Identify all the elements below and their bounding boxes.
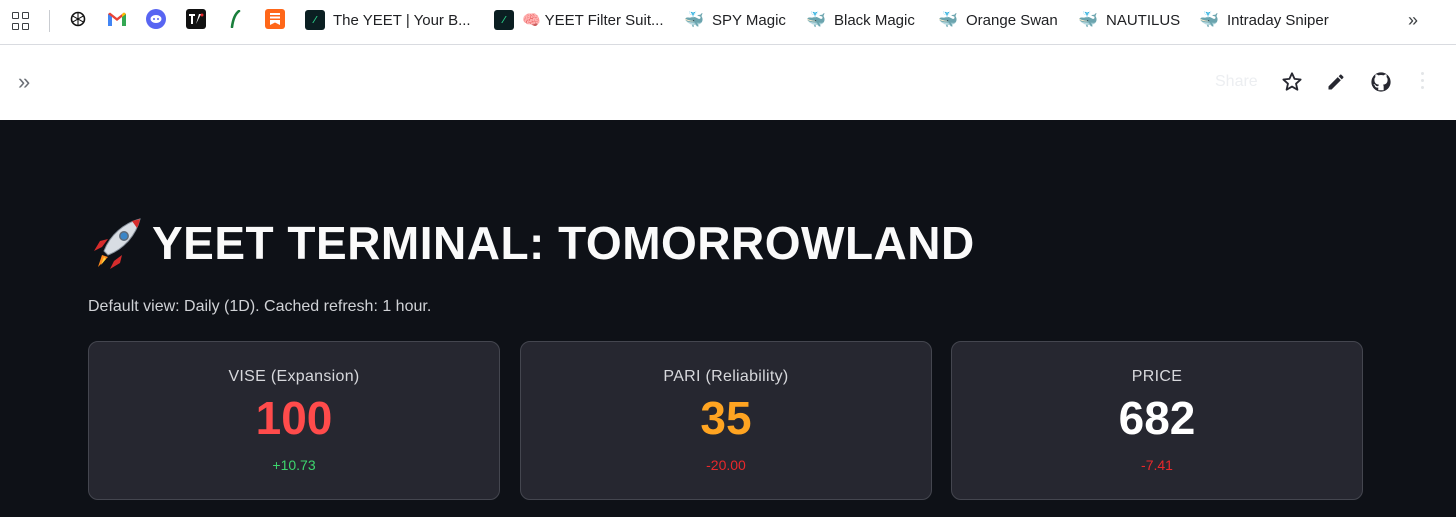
substack-icon[interactable] (265, 9, 285, 29)
whale-icon: 🐳 (1078, 12, 1098, 29)
whale-icon: 🐳 (806, 12, 826, 29)
github-icon[interactable] (1369, 70, 1393, 94)
bookmark-label: Intraday Sniper (1227, 11, 1329, 29)
tradingview-icon[interactable] (186, 9, 206, 29)
bookmarks-separator (49, 10, 50, 32)
bookmark-nautilus[interactable]: 🐳 NAUTILUS (1078, 0, 1180, 40)
bookmark-intraday-sniper[interactable]: 🐳 Intraday Sniper (1199, 0, 1329, 40)
share-button[interactable]: Share (1215, 73, 1258, 91)
whale-icon: 🐳 (938, 12, 958, 29)
bookmark-orange-swan[interactable]: 🐳 Orange Swan (938, 0, 1058, 40)
expand-sidebar-chevron-icon[interactable]: » (18, 71, 30, 93)
app-header: » Share (0, 45, 1456, 120)
bookmark-yeet-home[interactable]: ⁄ The YEET | Your B... (305, 0, 471, 40)
bookmarks-bar: ⁄ The YEET | Your B... ⁄ 🧠 YEET Filter S… (0, 0, 1456, 45)
bookmark-label: Orange Swan (966, 11, 1058, 29)
metric-value: 100 (255, 392, 333, 444)
edit-pencil-icon[interactable] (1324, 70, 1348, 94)
chatgpt-icon[interactable] (68, 9, 88, 29)
metric-card-price: PRICE 682 -7.41 (951, 341, 1363, 500)
bookmark-label: Black Magic (834, 11, 915, 29)
bookmark-label: The YEET | Your B... (333, 11, 471, 29)
whale-icon: 🐳 (684, 12, 704, 29)
bookmark-label: NAUTILUS (1106, 11, 1181, 29)
metric-delta: -20.00 (706, 457, 746, 473)
rocket-icon (94, 218, 141, 269)
whale-icon: 🐳 (1199, 12, 1219, 29)
bookmark-label: SPY Magic (712, 11, 786, 29)
metric-delta: +10.73 (272, 457, 316, 473)
more-bookmarks-chevron-icon[interactable]: » (1408, 10, 1418, 31)
robinhood-icon[interactable] (226, 9, 246, 29)
yeet-logo-icon: ⁄ (494, 10, 514, 30)
bookmark-label: 🧠 YEET Filter Suit... (522, 12, 664, 29)
metric-card-vise: VISE (Expansion) 100 +10.73 (88, 341, 500, 500)
metric-label: VISE (Expansion) (228, 368, 360, 385)
apps-grid-icon[interactable] (12, 12, 30, 30)
yeet-logo-icon: ⁄ (305, 10, 325, 30)
metric-label: PARI (Reliability) (663, 368, 789, 385)
discord-icon[interactable] (146, 9, 166, 29)
page-title-row: YEET TERMINAL: TOMORROWLAND (88, 216, 975, 270)
metric-value: 682 (1118, 392, 1196, 444)
page-title: YEET TERMINAL: TOMORROWLAND (152, 217, 975, 269)
metric-label: PRICE (1131, 368, 1183, 385)
metric-card-pari: PARI (Reliability) 35 -20.00 (520, 341, 932, 500)
main-content: YEET TERMINAL: TOMORROWLAND Default view… (0, 120, 1456, 517)
bookmark-spy-magic[interactable]: 🐳 SPY Magic (684, 0, 786, 40)
metric-delta: -7.41 (1141, 457, 1173, 473)
gmail-icon[interactable] (107, 9, 127, 29)
page-caption: Default view: Daily (1D). Cached refresh… (88, 298, 432, 315)
bookmark-black-magic[interactable]: 🐳 Black Magic (806, 0, 915, 40)
bookmark-yeet-filter-suite[interactable]: ⁄ 🧠 YEET Filter Suit... (494, 0, 664, 40)
metric-value: 35 (700, 392, 752, 444)
main-menu-kebab-icon[interactable] (1421, 72, 1425, 93)
star-icon[interactable] (1280, 70, 1304, 94)
